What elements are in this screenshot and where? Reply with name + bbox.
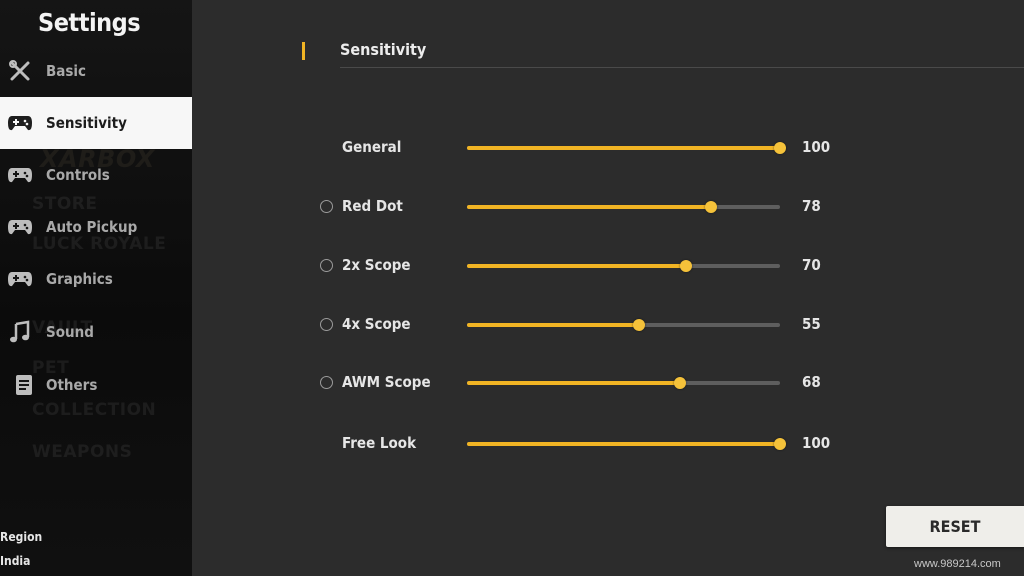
watermark-text: www.989214.com — [914, 558, 1001, 570]
background-menu-text: WEAPONS — [32, 442, 133, 462]
slider-row-free-look: Free Look 100 — [192, 429, 1024, 459]
red-dot-slider[interactable] — [467, 201, 780, 213]
document-icon — [10, 371, 38, 399]
sidebar-item-basic[interactable]: Basic — [0, 45, 192, 97]
slider-label: Free Look — [342, 434, 417, 452]
sidebar-item-label: Basic — [46, 62, 87, 80]
gamepad-icon — [6, 161, 34, 189]
slider-thumb[interactable] — [705, 201, 718, 213]
sidebar-item-auto-pickup[interactable]: Auto Pickup — [0, 201, 192, 253]
reset-button[interactable]: RESET — [886, 506, 1024, 547]
slider-row-4x-scope: 4x Scope 55 — [192, 310, 1024, 340]
section-accent-bar — [302, 42, 305, 60]
slider-thumb[interactable] — [774, 142, 786, 154]
free-look-slider[interactable] — [467, 438, 786, 450]
sidebar-item-label: Sound — [46, 323, 94, 341]
slider-row-general: General 100 — [192, 133, 1024, 163]
slider-thumb[interactable] — [673, 377, 686, 389]
slider-thumb[interactable] — [774, 438, 786, 450]
awm-scope-slider[interactable] — [467, 377, 780, 389]
red-dot-icon — [320, 200, 333, 213]
region-value: India — [0, 554, 31, 568]
sidebar-item-label: Controls — [46, 166, 110, 184]
2x-scope-slider[interactable] — [467, 260, 780, 272]
region-label: Region — [0, 530, 43, 544]
slider-value: 55 — [802, 315, 821, 333]
general-slider[interactable] — [467, 142, 786, 154]
slider-value: 100 — [802, 138, 831, 156]
slider-fill — [467, 205, 712, 209]
slider-label: Red Dot — [342, 197, 403, 215]
slider-value: 68 — [802, 373, 821, 391]
slider-thumb[interactable] — [680, 260, 693, 272]
scope-4x-icon — [320, 318, 333, 331]
sidebar-item-label: Graphics — [46, 270, 113, 288]
sidebar-item-controls[interactable]: Controls — [0, 149, 192, 201]
slider-fill — [467, 264, 687, 268]
sidebar-item-label: Auto Pickup — [46, 218, 138, 236]
slider-label: 4x Scope — [342, 315, 411, 333]
sidebar-item-label: Others — [46, 376, 98, 394]
sidebar-item-label: Sensitivity — [46, 114, 127, 132]
slider-row-awm-scope: AWM Scope 68 — [192, 368, 1024, 398]
settings-sidebar: XARBOX STORE LUCK ROYALE VAULT PET COLLE… — [0, 0, 192, 576]
slider-label: AWM Scope — [342, 373, 431, 391]
gamepad-icon — [6, 109, 34, 137]
gamepad-icon — [6, 213, 34, 241]
slider-value: 78 — [802, 197, 821, 215]
sidebar-item-others[interactable]: Others — [0, 359, 192, 411]
tools-icon — [6, 57, 34, 85]
slider-value: 100 — [802, 434, 831, 452]
sidebar-item-sensitivity[interactable]: Sensitivity — [0, 97, 192, 149]
scope-2x-icon — [320, 259, 333, 272]
section-divider — [340, 67, 1024, 68]
slider-value: 70 — [802, 256, 821, 274]
slider-fill — [467, 381, 680, 385]
sidebar-item-sound[interactable]: Sound — [0, 306, 192, 358]
slider-thumb[interactable] — [633, 319, 646, 331]
sensitivity-panel: Sensitivity General 100 Red Dot 78 2x Sc… — [192, 0, 1024, 576]
settings-title: Settings — [38, 8, 141, 37]
slider-label: General — [342, 138, 402, 156]
sidebar-item-graphics[interactable]: Graphics — [0, 253, 192, 305]
slider-fill — [467, 442, 780, 446]
music-note-icon — [6, 318, 34, 346]
section-title: Sensitivity — [340, 40, 427, 59]
slider-row-red-dot: Red Dot 78 — [192, 192, 1024, 222]
slider-row-2x-scope: 2x Scope 70 — [192, 251, 1024, 281]
4x-scope-slider[interactable] — [467, 319, 780, 331]
slider-fill — [467, 146, 780, 150]
gamepad-icon — [6, 265, 34, 293]
slider-label: 2x Scope — [342, 256, 411, 274]
awm-scope-icon — [320, 376, 333, 389]
slider-fill — [467, 323, 640, 327]
